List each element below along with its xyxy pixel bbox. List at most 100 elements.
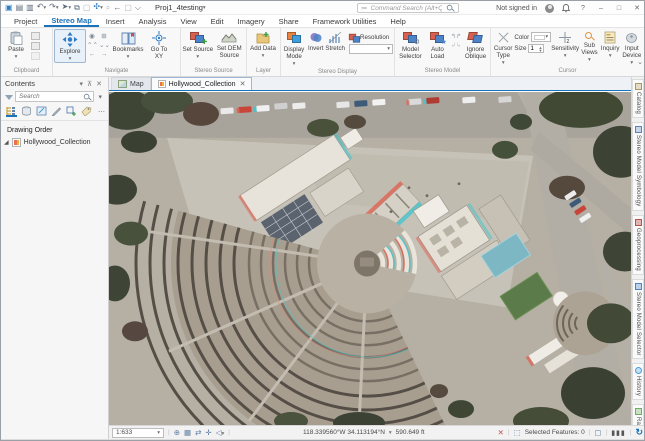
coordinate-readout[interactable]: 118.339560°W 34.113194°N ▾ 590.649 ft <box>303 429 425 436</box>
tab-stereo-map[interactable]: Stereo Map <box>44 15 98 27</box>
layer-item-hollywood-collection[interactable]: ◢ Hollywood_Collection <box>1 136 108 149</box>
tab-insert[interactable]: Insert <box>99 15 132 27</box>
list-by-labeling-button[interactable] <box>81 106 92 117</box>
tab-framework-utilities[interactable]: Framework Utilities <box>306 15 384 27</box>
minimize-button[interactable]: – <box>596 5 606 12</box>
signin-status[interactable]: Not signed in <box>496 5 537 12</box>
redo-icon[interactable]: ↷▾ <box>49 2 58 13</box>
ignore-oblique-button[interactable]: Ignore Oblique <box>462 29 489 60</box>
view-tab-map[interactable]: Map <box>111 77 151 90</box>
tab-view[interactable]: View <box>173 15 203 27</box>
swap-stereo-pair-icon[interactable]: ⇄ <box>195 428 201 437</box>
command-search[interactable]: ≔ Command Search (Alt+Q) <box>357 3 459 13</box>
previous-model-icon[interactable]: ↰↱ <box>451 33 461 40</box>
list-by-data-source-button[interactable] <box>21 106 32 117</box>
dock-tab-stereo-model-symbology[interactable]: Stereo Model Symbology <box>632 122 644 210</box>
next-extent-arrow-icon[interactable]: → <box>99 51 109 58</box>
list-by-editing-button[interactable] <box>51 106 62 117</box>
refresh-view-icon[interactable]: ↻ <box>635 427 643 438</box>
pane-menu-chevron-icon[interactable]: ▾ <box>77 80 85 88</box>
bookmarks-icon <box>121 31 136 45</box>
copy-paths-icon[interactable]: ⧉ <box>74 3 80 13</box>
cursor-color-swatch[interactable]: ▾ <box>531 32 551 42</box>
group-label-layer: Layer <box>248 67 279 76</box>
grid-status-icon[interactable]: ▦ <box>184 428 191 437</box>
undo-icon[interactable]: ↶▾ <box>37 2 46 13</box>
sensitivity-button[interactable]: z Sensitivity▾ <box>551 29 579 59</box>
filter-funnel-icon[interactable] <box>5 95 13 100</box>
list-by-snapping-button[interactable] <box>66 106 77 117</box>
ribbon-collapse-chevron[interactable]: ⌄ <box>637 58 643 66</box>
set-source-button[interactable]: ✚ Set Source▾ <box>182 29 214 60</box>
zoom-in-icon[interactable]: ⌃⌃ <box>87 42 97 49</box>
notifications-bell-icon[interactable] <box>562 4 570 13</box>
display-mode-button[interactable]: Display Mode▾ <box>282 29 306 68</box>
tab-share[interactable]: Share <box>272 15 306 27</box>
maximize-button[interactable]: □ <box>614 5 624 12</box>
copy-icon[interactable] <box>31 42 40 50</box>
previous-extent-icon[interactable]: ← <box>113 3 121 13</box>
invert-button[interactable]: Invert <box>306 29 325 52</box>
stereo-model-selector-icon <box>635 283 642 290</box>
list-by-drawing-order-button[interactable] <box>6 106 17 117</box>
previous-extent-arrow-icon[interactable]: ← <box>87 51 97 58</box>
selected-features-label[interactable]: Selected Features: 0 <box>525 429 585 436</box>
fixed-zoom-in-icon[interactable]: ⊞ <box>99 33 109 40</box>
cursor-size-spinner[interactable]: 1▲▼ <box>528 44 544 53</box>
explore-button[interactable]: Explore▾ <box>54 29 86 63</box>
stretch-button[interactable]: Stretch <box>325 29 345 52</box>
tab-imagery[interactable]: Imagery <box>231 15 272 27</box>
open-project-icon[interactable]: ▤ <box>16 3 24 13</box>
customize-qat-icon[interactable]: ⌵ <box>135 3 141 13</box>
group-stereo-model: ⚙ Model Selector ★ Auto Load ↰↱ ↲↳ Ignor… <box>395 28 491 76</box>
help-button[interactable]: ? <box>578 5 588 12</box>
resolution-dropdown[interactable]: ▾ <box>349 44 393 54</box>
zoom-out-icon[interactable]: ⌄⌄ <box>99 42 109 49</box>
model-selector-button[interactable]: ⚙ Model Selector <box>396 29 425 60</box>
new-project-icon[interactable]: ▥ <box>26 3 34 13</box>
save-project-icon[interactable]: ▣ <box>5 3 13 13</box>
pane-close-icon[interactable]: ✕ <box>94 80 104 88</box>
dock-tab-history[interactable]: History <box>632 363 644 400</box>
pane-layout-status-icon[interactable]: ▮▮▮ <box>611 429 626 437</box>
contents-search-icon <box>83 93 91 101</box>
account-avatar[interactable] <box>545 4 554 13</box>
bookmarks-button[interactable]: Bookmarks▾ <box>110 29 146 60</box>
list-by-selection-button[interactable] <box>36 106 47 117</box>
tab-project[interactable]: Project <box>7 15 44 27</box>
map-scale-combo[interactable]: 1:633▾ <box>112 428 164 438</box>
layer-expand-triangle-icon[interactable]: ◢ <box>4 139 9 146</box>
dock-tab-geoprocessing[interactable]: Geoprocessing <box>632 215 644 275</box>
search-options-chevron-icon[interactable]: ▾ <box>96 93 104 101</box>
paste-button[interactable]: Paste▾ <box>2 29 30 60</box>
go-to-xy-button[interactable]: Go To XY <box>146 29 172 60</box>
tab-edit[interactable]: Edit <box>204 15 231 27</box>
set-dem-source-button[interactable]: Set DEM Source <box>214 29 246 59</box>
project-menu-chevron[interactable]: ▾ <box>203 5 206 11</box>
inquiry-button[interactable]: Inquiry▾ <box>600 29 621 59</box>
view-tab-hollywood-collection[interactable]: Hollywood_Collection ✕ <box>151 77 253 90</box>
cursor-type-button[interactable]: Cursor Type▾ <box>492 29 514 67</box>
add-bookmark-status-icon[interactable]: ⊕ <box>174 428 180 437</box>
tab-help[interactable]: Help <box>383 15 412 27</box>
view-tab-close-icon[interactable]: ✕ <box>240 80 246 88</box>
contents-toolbar-overflow-icon[interactable]: ⋯ <box>96 108 107 116</box>
group-clipboard: Paste▾ Clipboard <box>1 28 53 76</box>
full-extent-icon[interactable]: ◉ <box>87 33 97 40</box>
close-button[interactable]: ✕ <box>632 4 642 12</box>
sub-views-button[interactable]: Sub Views▾ <box>579 29 600 64</box>
add-data-button[interactable]: Add Data▾ <box>248 29 278 59</box>
dock-tab-catalog[interactable]: Catalog <box>632 79 644 118</box>
auto-load-button[interactable]: ★ Auto Load <box>425 29 450 60</box>
tab-analysis[interactable]: Analysis <box>132 15 174 27</box>
stereo-map-view[interactable] <box>109 92 633 425</box>
pane-pin-icon[interactable]: ⊼ <box>85 80 94 88</box>
select-tool-icon[interactable]: ➤▾ <box>62 2 71 13</box>
explore-tool-icon[interactable]: ✣▾ <box>93 2 102 13</box>
dock-tab-stereo-model-selector[interactable]: Stereo Model Selector <box>632 279 644 360</box>
attributes-status-icon[interactable]: ▢ <box>594 428 601 437</box>
cursor-offset-icon[interactable]: ✛ <box>205 428 211 437</box>
clear-selection-status-icon[interactable]: ✕ <box>498 428 504 437</box>
cut-icon[interactable] <box>31 32 40 40</box>
audio-feedback-icon[interactable]: ◁▾ <box>216 428 225 437</box>
